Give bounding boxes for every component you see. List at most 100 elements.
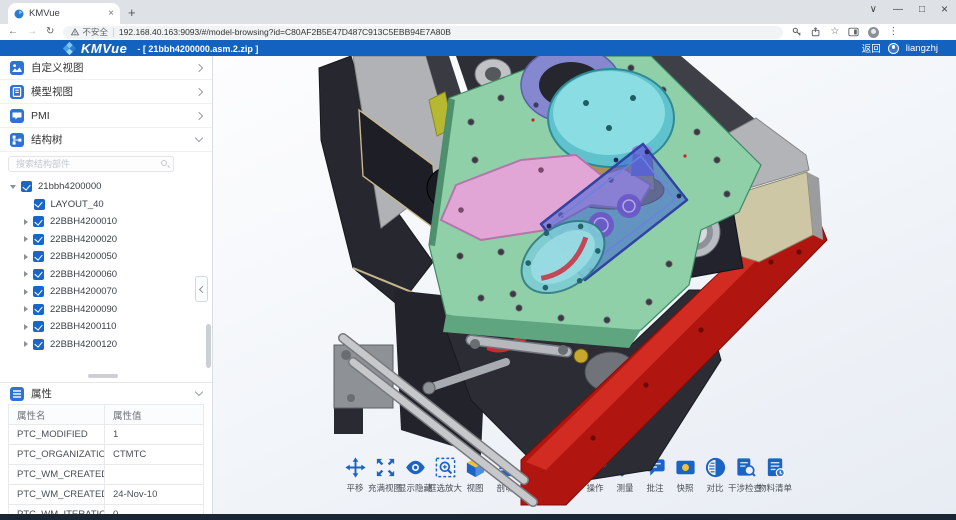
tool-annotate[interactable]: 批注 xyxy=(641,456,669,494)
tree-row[interactable]: 22BBH4200110 xyxy=(0,318,205,336)
tool-show-hide[interactable]: 显示隐藏 xyxy=(401,456,429,494)
window-minimize-icon[interactable]: — xyxy=(893,4,903,15)
checkbox-checked[interactable] xyxy=(33,251,44,262)
expand-right-icon[interactable] xyxy=(24,271,28,277)
tree-row[interactable]: 22BBH4200010 xyxy=(0,213,205,231)
forward-icon[interactable]: → xyxy=(27,27,37,37)
tab-search-icon[interactable]: ∨ xyxy=(870,4,877,15)
search-icon xyxy=(161,160,167,166)
expand-right-icon[interactable] xyxy=(24,219,28,225)
browser-tab[interactable]: KMVue × xyxy=(8,3,120,24)
property-row: PTC_WM_CREATED_... xyxy=(9,465,203,485)
pmi-icon xyxy=(10,109,24,123)
url-box[interactable]: 不安全 192.168.40.163:9093/#/model-browsing… xyxy=(63,26,783,39)
checkbox-checked[interactable] xyxy=(21,181,32,192)
tree-row[interactable]: 22BBH4200050 xyxy=(0,248,205,266)
model-canvas xyxy=(213,56,956,520)
sidebar-panel-model-views[interactable]: 模型视图 xyxy=(0,80,212,104)
url-text[interactable]: 192.168.40.163:9093/#/model-browsing?id=… xyxy=(119,27,451,37)
tool-fit-view[interactable]: 充满视图 xyxy=(371,456,399,494)
structure-tree: 21bbh4200000 LAYOUT_40 22BBH4200010 22BB… xyxy=(0,178,205,374)
expand-right-icon[interactable] xyxy=(24,324,28,330)
checkbox-checked[interactable] xyxy=(34,199,45,210)
structure-tree-icon xyxy=(10,133,24,147)
tree-row[interactable]: 22BBH4200120 xyxy=(0,336,205,354)
tree-row[interactable]: 22BBH4200070 xyxy=(0,283,205,301)
key-icon[interactable] xyxy=(792,27,802,37)
user-avatar[interactable] xyxy=(888,43,899,54)
tool-drag[interactable]: 拖动 xyxy=(521,456,549,494)
settings-gear-icon xyxy=(554,456,577,479)
checkbox-checked[interactable] xyxy=(33,286,44,297)
model-dome xyxy=(548,69,674,209)
sidebar-panel-pmi[interactable]: PMI xyxy=(0,104,212,128)
pan-icon xyxy=(344,456,367,479)
sidebar-panel-structure-tree[interactable]: 结构树 xyxy=(0,128,212,152)
split-screen-icon[interactable] xyxy=(848,27,859,37)
reload-icon[interactable]: ↻ xyxy=(46,27,54,37)
share-icon[interactable] xyxy=(811,27,821,37)
tool-operate[interactable]: 操作 xyxy=(581,456,609,494)
section-cut-icon xyxy=(494,456,517,479)
back-icon[interactable]: ← xyxy=(8,27,18,37)
tree-row[interactable]: 22BBH4200090 xyxy=(0,301,205,319)
tool-settings[interactable]: 设置 xyxy=(551,456,579,494)
expand-right-icon[interactable] xyxy=(24,306,28,312)
app-logo-text: KMVue xyxy=(81,41,127,56)
sidebar-panel-custom-views[interactable]: 自定义视图 xyxy=(0,56,212,80)
search-input[interactable] xyxy=(8,156,174,172)
tool-view-cube[interactable]: 视图 xyxy=(461,456,489,494)
checkbox-checked[interactable] xyxy=(33,216,44,227)
expand-right-icon[interactable] xyxy=(24,341,28,347)
model-views-icon xyxy=(10,85,24,99)
tool-section[interactable]: 剖切 xyxy=(491,456,519,494)
snapshot-icon xyxy=(674,456,697,479)
chevron-down-icon xyxy=(195,134,203,142)
username[interactable]: liangzhj xyxy=(906,43,938,54)
tool-interference-check[interactable]: 干涉检查 xyxy=(731,456,759,494)
tree-row[interactable]: 22BBH4200060 xyxy=(0,266,205,284)
property-row: PTC_MODIFIED1 xyxy=(9,425,203,445)
window-maximize-icon[interactable]: □ xyxy=(919,4,925,15)
checkbox-checked[interactable] xyxy=(33,304,44,315)
expand-right-icon[interactable] xyxy=(24,254,28,260)
model-green-plate xyxy=(429,56,761,348)
back-link[interactable]: 返回 xyxy=(862,41,881,55)
model-viewport[interactable]: 平移 充满视图 显示隐藏 框选放大 视图 剖切 拖动 设置 xyxy=(213,56,956,520)
tool-measure[interactable]: 测量 xyxy=(611,456,639,494)
expand-right-icon[interactable] xyxy=(24,289,28,295)
tool-compare[interactable]: 对比 xyxy=(701,456,729,494)
property-row: PTC_WM_CREATED_...24-Nov-10 xyxy=(9,485,203,505)
tree-row[interactable]: 22BBH4200020 xyxy=(0,231,205,249)
model-right-assembly xyxy=(640,118,823,282)
tool-bom[interactable]: 物料清单 xyxy=(761,456,789,494)
tool-pan[interactable]: 平移 xyxy=(341,456,369,494)
app-header: KMVue - [ 21bbh4200000.asm.2.zip ] 返回 li… xyxy=(0,40,956,56)
browser-menu-icon[interactable]: ⋮ xyxy=(888,27,898,37)
measure-ruler-icon xyxy=(614,456,637,479)
model-purple-ring xyxy=(521,56,646,140)
kmvue-logo-icon xyxy=(62,41,77,56)
window-close-icon[interactable]: × xyxy=(941,2,948,16)
horizontal-scrollbar[interactable] xyxy=(88,374,118,378)
expand-right-icon[interactable] xyxy=(24,236,28,242)
interference-check-icon xyxy=(734,456,757,479)
expand-down-icon[interactable] xyxy=(10,185,16,189)
tree-row[interactable]: LAYOUT_40 xyxy=(0,196,205,214)
checkbox-checked[interactable] xyxy=(33,269,44,280)
vertical-scrollbar[interactable] xyxy=(206,324,211,368)
properties-panel-header[interactable]: 属性 xyxy=(0,383,212,404)
checkbox-checked[interactable] xyxy=(33,234,44,245)
view-cube-icon xyxy=(464,456,487,479)
security-chip[interactable]: 不安全 xyxy=(71,26,108,38)
sidebar-collapse-handle[interactable] xyxy=(195,276,208,302)
tab-close-icon[interactable]: × xyxy=(108,8,114,19)
bookmark-star-icon[interactable]: ☆ xyxy=(830,27,839,37)
new-tab-button[interactable]: + xyxy=(128,5,136,20)
tool-snapshot[interactable]: 快照 xyxy=(671,456,699,494)
tool-box-zoom[interactable]: 框选放大 xyxy=(431,456,459,494)
checkbox-checked[interactable] xyxy=(33,339,44,350)
checkbox-checked[interactable] xyxy=(33,321,44,332)
tree-row-root[interactable]: 21bbh4200000 xyxy=(0,178,205,196)
profile-avatar-icon[interactable] xyxy=(868,27,879,38)
